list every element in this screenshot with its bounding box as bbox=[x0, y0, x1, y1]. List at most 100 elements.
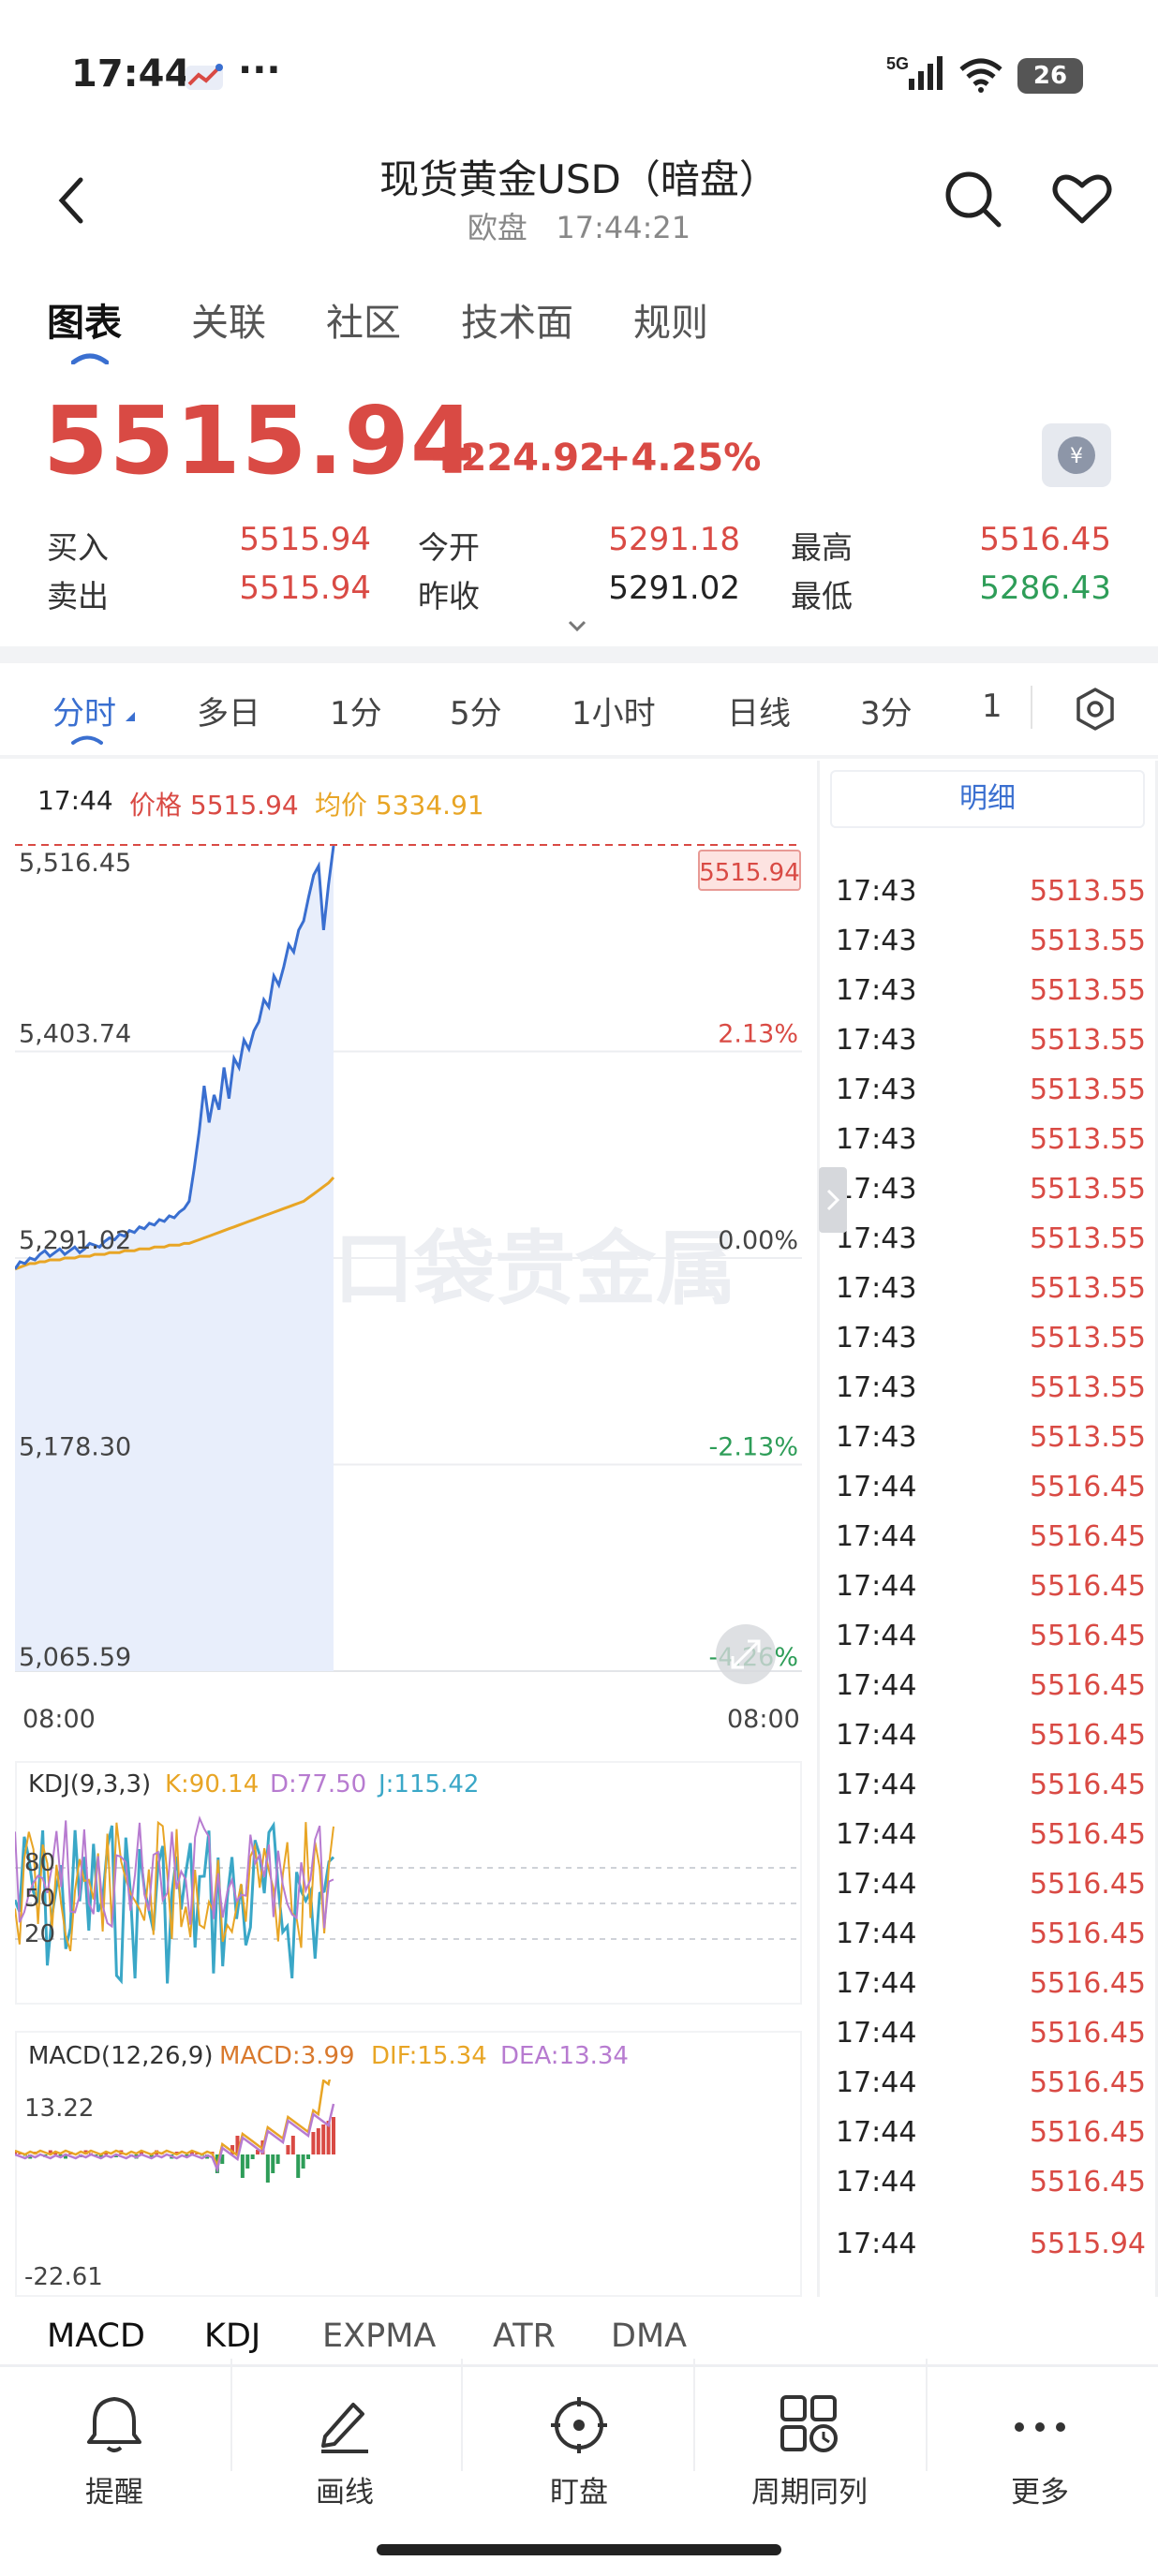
heart-icon bbox=[1052, 174, 1112, 224]
svg-text:5G: 5G bbox=[886, 54, 909, 73]
tab-community[interactable]: 社区 bbox=[326, 292, 401, 347]
nav-divider bbox=[693, 2359, 695, 2471]
back-button[interactable] bbox=[52, 172, 99, 229]
tab-active-indicator bbox=[70, 350, 110, 365]
intraday-price-chart[interactable]: 口袋贵金属 口袋贵金属 5,516.454.26%5,403.742.13%5,… bbox=[15, 837, 802, 1697]
kdj-d: D:77.50 bbox=[270, 1770, 367, 1799]
nav-alert-label: 提醒 bbox=[85, 2476, 143, 2509]
nav-watch-label: 盯盘 bbox=[550, 2476, 608, 2509]
indicator-tab-macd[interactable]: MACD bbox=[47, 2317, 145, 2355]
more-icon bbox=[1015, 2422, 1065, 2432]
macd-histogram-bar bbox=[271, 2154, 275, 2173]
nav-more[interactable]: 更多 bbox=[946, 2393, 1134, 2510]
macd-chart[interactable] bbox=[15, 2080, 802, 2295]
kdj-level-50: 50 bbox=[24, 1885, 56, 1913]
expand-quote-button[interactable] bbox=[566, 618, 588, 633]
session-info: 欧盘 17:44:21 bbox=[467, 210, 691, 245]
chart-price-info: 价格 5515.94 bbox=[129, 790, 299, 821]
kdj-j: J:115.42 bbox=[379, 1770, 480, 1799]
status-time: 17:44 bbox=[71, 52, 191, 96]
pct-tick-label: 0.00% bbox=[718, 1226, 798, 1255]
home-indicator bbox=[377, 2544, 781, 2555]
page-title: 现货黄金USD（暗盘） bbox=[379, 156, 779, 202]
wifi-icon bbox=[958, 56, 1004, 94]
status-dots: ··· bbox=[238, 49, 281, 92]
macd-histogram-bar bbox=[286, 2145, 290, 2154]
nav-period-compare[interactable]: 周期同列 bbox=[716, 2393, 903, 2510]
macd-histogram-bar bbox=[296, 2154, 301, 2178]
chart-watermark: 口袋贵金属 bbox=[334, 1222, 736, 1316]
period-tab-5min[interactable]: 5分 bbox=[450, 688, 502, 733]
macd-histogram-bar bbox=[306, 2154, 311, 2159]
chart-settings-button[interactable] bbox=[1072, 686, 1119, 733]
macd-histogram-bar bbox=[240, 2154, 245, 2178]
macd-dif-line bbox=[15, 2080, 332, 2170]
section-divider-2 bbox=[0, 755, 1158, 759]
nav-draw-label: 画线 bbox=[316, 2476, 374, 2509]
period-tab-1hour[interactable]: 1小时 bbox=[572, 688, 656, 733]
macd-max: 13.22 bbox=[24, 2095, 95, 2123]
period-tab-1[interactable]: 1 bbox=[982, 688, 1002, 725]
period-tab-1min[interactable]: 1分 bbox=[330, 688, 382, 733]
nav-divider bbox=[461, 2359, 463, 2471]
tab-technical[interactable]: 技术面 bbox=[461, 292, 573, 347]
tab-rules[interactable]: 规则 bbox=[633, 292, 708, 347]
ask-label: 卖出 bbox=[47, 578, 109, 614]
current-price-tag-text: 5515.94 bbox=[699, 859, 800, 887]
price-change-pct: +4.25% bbox=[600, 437, 762, 480]
favorite-button[interactable] bbox=[1051, 170, 1113, 227]
period-tab-intraday[interactable]: 分时 bbox=[52, 688, 116, 733]
x-tick-start: 08:00 bbox=[22, 1705, 96, 1734]
grid-clock-icon bbox=[780, 2395, 838, 2452]
app-root: 17:44 ··· 5G 26 现货黄金USD（暗盘） 欧盘 17:44:21 … bbox=[0, 0, 1158, 2576]
open-label: 今开 bbox=[418, 529, 480, 566]
kdj-chart[interactable] bbox=[15, 1808, 802, 1995]
macd-dif: DIF:15.34 bbox=[371, 2042, 487, 2070]
search-button[interactable] bbox=[943, 169, 1002, 229]
detail-title[interactable]: 明细 bbox=[830, 770, 1145, 828]
macd-histogram-bar bbox=[316, 2128, 320, 2154]
period-tab-3min[interactable]: 3分 bbox=[860, 688, 913, 733]
macd-dea: DEA:13.34 bbox=[500, 2042, 629, 2070]
macd-histogram-bar bbox=[245, 2154, 250, 2169]
nav-divider bbox=[926, 2359, 928, 2471]
signal-icon: 5G bbox=[884, 52, 950, 94]
indicator-tab-atr[interactable]: ATR bbox=[493, 2317, 556, 2355]
y-tick-label: 5,291.02 bbox=[19, 1226, 131, 1255]
pct-tick-label: 2.13% bbox=[718, 1020, 798, 1049]
period-dropdown-icon bbox=[124, 697, 137, 725]
period-active-indicator bbox=[71, 731, 103, 745]
nav-draw[interactable]: 画线 bbox=[251, 2393, 438, 2510]
collapse-panel-handle[interactable] bbox=[819, 1167, 847, 1233]
bid-label: 买入 bbox=[47, 529, 109, 566]
tab-chart[interactable]: 图表 bbox=[47, 292, 122, 347]
kdj-level-80: 80 bbox=[24, 1849, 56, 1877]
currency-exchange-icon: ¥ bbox=[1058, 437, 1095, 474]
macd-label: MACD(12,26,9) bbox=[28, 2042, 214, 2070]
ask-value: 5515.94 bbox=[239, 570, 371, 607]
pen-icon bbox=[321, 2403, 368, 2453]
macd-histogram-bar bbox=[321, 2124, 326, 2154]
period-tab-daily[interactable]: 日线 bbox=[727, 688, 791, 733]
nav-watch[interactable]: 盯盘 bbox=[485, 2393, 673, 2510]
chevron-left-icon bbox=[58, 177, 83, 224]
tab-related[interactable]: 关联 bbox=[191, 292, 266, 347]
nav-divider bbox=[230, 2359, 232, 2471]
chart-avg-info: 均价 5334.91 bbox=[315, 790, 484, 821]
low-label: 最低 bbox=[791, 578, 853, 614]
macd-min: -22.61 bbox=[24, 2263, 103, 2291]
high-value: 5516.45 bbox=[979, 521, 1111, 558]
indicator-tab-kdj[interactable]: KDJ bbox=[204, 2317, 260, 2355]
nav-alert[interactable]: 提醒 bbox=[21, 2393, 208, 2510]
macd-histogram-bar bbox=[332, 2117, 335, 2154]
pct-tick-label: -2.13% bbox=[708, 1433, 798, 1462]
nav-more-label: 更多 bbox=[1011, 2476, 1069, 2509]
search-icon bbox=[945, 171, 1002, 228]
currency-convert-button[interactable]: ¥ bbox=[1042, 423, 1111, 487]
bid-value: 5515.94 bbox=[239, 521, 371, 558]
prev-close-label: 昨收 bbox=[418, 578, 480, 614]
indicator-tab-expma[interactable]: EXPMA bbox=[322, 2317, 436, 2355]
y-tick-label: 5,403.74 bbox=[19, 1020, 131, 1049]
period-tab-multiday[interactable]: 多日 bbox=[197, 688, 260, 733]
indicator-tab-dma[interactable]: DMA bbox=[611, 2317, 687, 2355]
